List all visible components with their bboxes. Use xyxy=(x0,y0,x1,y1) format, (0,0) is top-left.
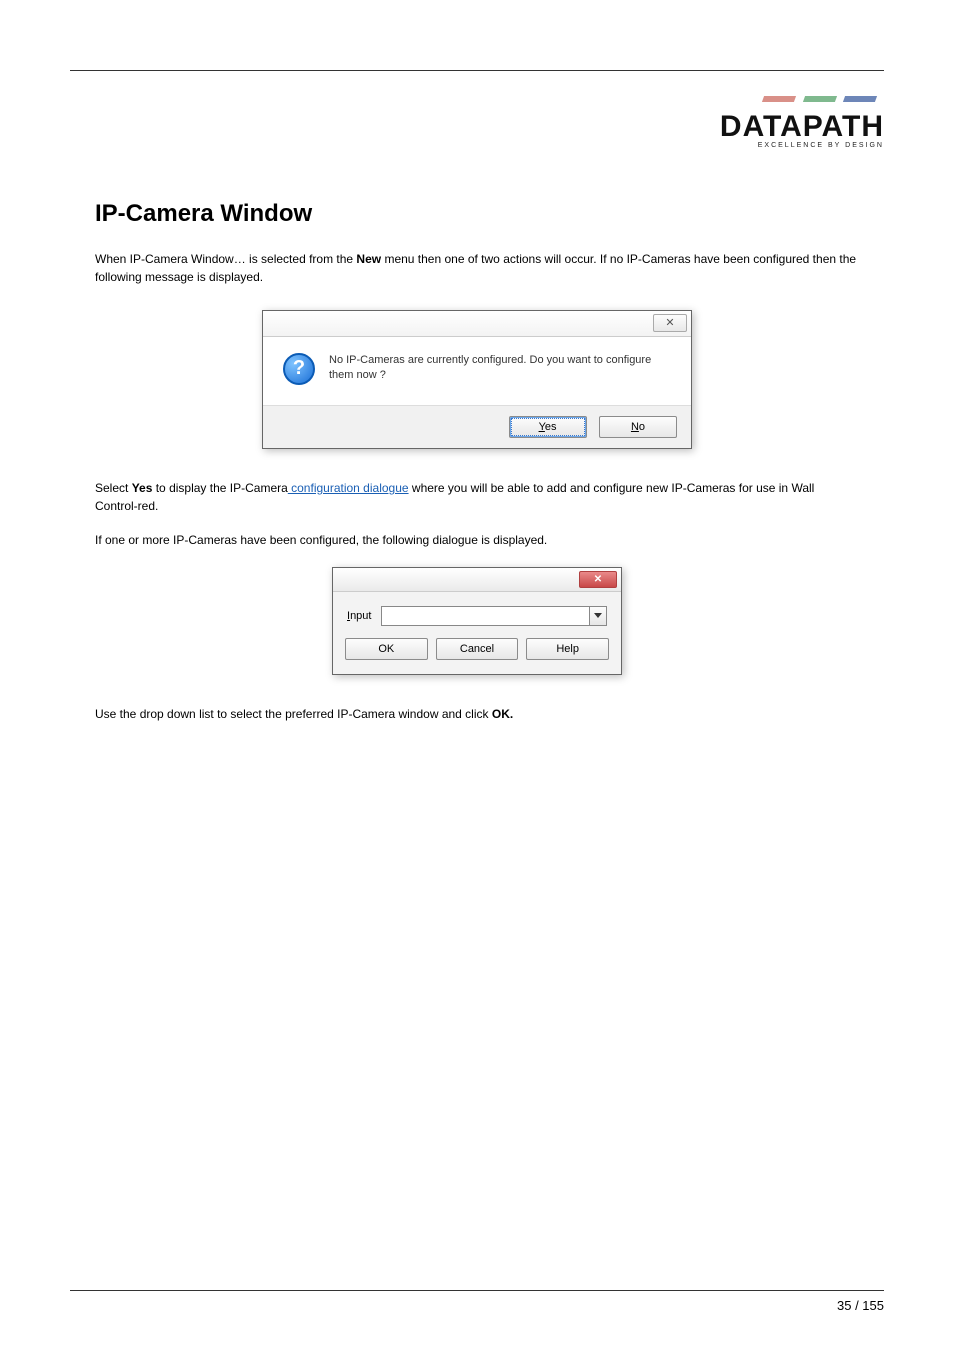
text-bold-ok: OK. xyxy=(492,707,513,721)
text-bold-new: New xyxy=(356,252,381,266)
stripe-green xyxy=(802,96,836,102)
brand-header: DATAPATH EXCELLENCE BY DESIGN xyxy=(720,90,884,149)
dialog-message: No IP-Cameras are currently configured. … xyxy=(329,353,671,385)
text: Use the drop down list to select the pre… xyxy=(95,707,492,721)
paragraph-yes: Select Yes to display the IP-Camera conf… xyxy=(95,479,859,515)
paragraph-use-dropdown: Use the drop down list to select the pre… xyxy=(95,705,859,723)
text: Select xyxy=(95,481,132,495)
stripe-blue xyxy=(843,96,877,102)
top-rule xyxy=(70,70,884,71)
intro-paragraph: When IP-Camera Window… is selected from … xyxy=(95,250,859,286)
mnemonic: N xyxy=(631,421,639,433)
paragraph-configured: If one or more IP-Cameras have been conf… xyxy=(95,531,859,549)
dialog-titlebar: ✕ xyxy=(263,311,691,337)
text: to display the IP-Camera xyxy=(152,481,287,495)
input-dropdown[interactable] xyxy=(381,606,607,626)
document-page: DATAPATH EXCELLENCE BY DESIGN IP-Camera … xyxy=(0,0,954,1351)
text-bold-yes: Yes xyxy=(132,481,153,495)
dialog-body: No IP-Cameras are currently configured. … xyxy=(263,337,691,405)
text: When IP-Camera Window… is selected from … xyxy=(95,252,356,266)
cancel-button[interactable]: Cancel xyxy=(436,638,519,660)
bottom-rule xyxy=(70,1290,884,1291)
input-label: Input xyxy=(347,610,371,622)
close-button[interactable]: ✕ xyxy=(653,314,687,332)
close-icon: ✕ xyxy=(665,317,674,329)
close-button[interactable]: ✕ xyxy=(579,571,617,588)
confirm-dialog: ✕ No IP-Cameras are currently configured… xyxy=(262,310,692,449)
no-button[interactable]: No xyxy=(599,416,677,438)
page-title: IP-Camera Window xyxy=(95,200,859,228)
content-area: IP-Camera Window When IP-Camera Window… … xyxy=(95,200,859,739)
btn-rest: o xyxy=(639,421,645,433)
dialog-body: Input xyxy=(333,592,621,634)
question-icon xyxy=(283,353,315,385)
ok-button[interactable]: OK xyxy=(345,638,428,660)
stripe-red xyxy=(762,96,796,102)
page-number: 35 / 155 xyxy=(837,1298,884,1313)
chevron-down-icon xyxy=(589,607,606,625)
dialog-footer: Yes No xyxy=(263,405,691,448)
dialog-titlebar: ✕ xyxy=(333,568,621,592)
btn-rest: es xyxy=(545,421,557,433)
dialog-footer: OK Cancel Help xyxy=(333,634,621,674)
logo-stripes xyxy=(759,90,876,108)
yes-button[interactable]: Yes xyxy=(509,416,587,438)
label-rest: nput xyxy=(350,610,371,622)
close-icon: ✕ xyxy=(594,574,602,585)
help-button[interactable]: Help xyxy=(526,638,609,660)
configuration-dialogue-link[interactable]: configuration dialogue xyxy=(288,481,409,495)
input-select-dialog: ✕ Input OK Cancel Help xyxy=(332,567,622,675)
brand-wordmark: DATAPATH xyxy=(720,110,884,144)
